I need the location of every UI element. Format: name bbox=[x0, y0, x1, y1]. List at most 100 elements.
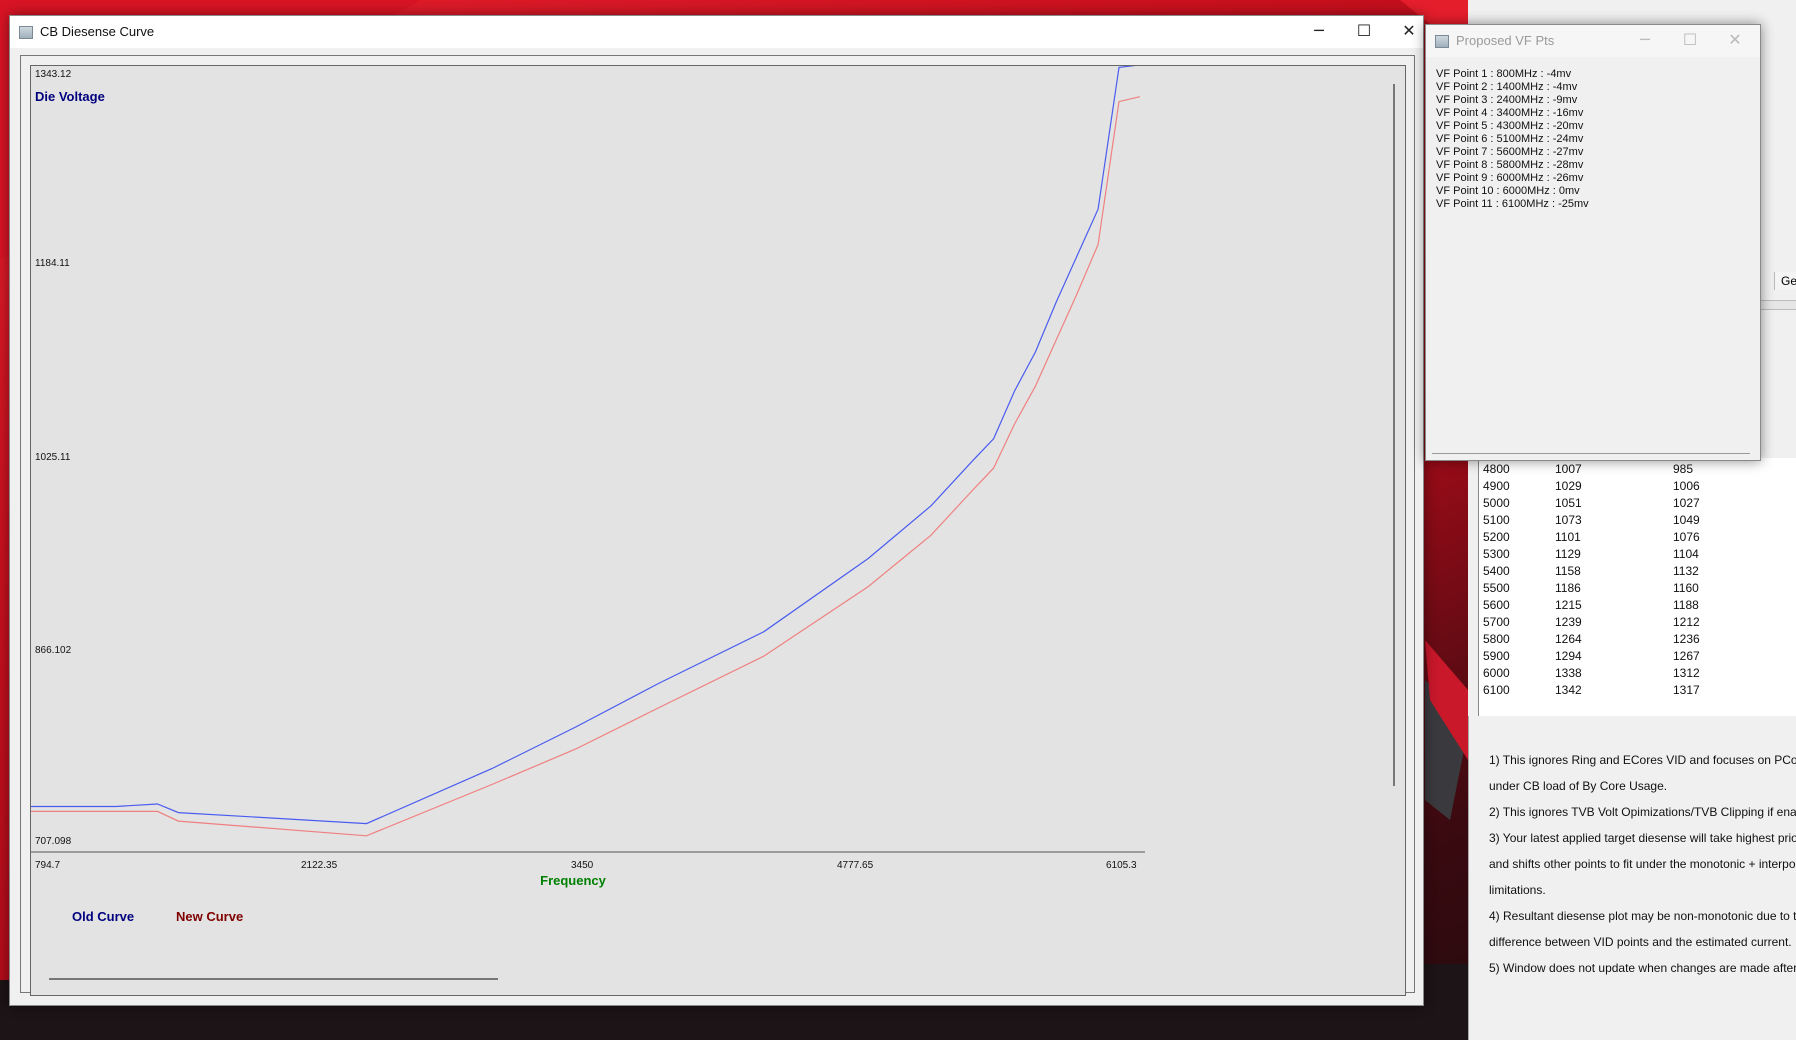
voltage-table: 4800 1007 985 4900 1029 1006 5000 1051 1027 5100 1… bbox=[1478, 458, 1796, 717]
table-cell: 5700 bbox=[1483, 615, 1510, 629]
vf-close-button[interactable]: ✕ bbox=[1713, 25, 1757, 57]
legend-new-curve: New Curve bbox=[176, 909, 243, 924]
table-cell: 1073 bbox=[1555, 513, 1582, 527]
table-row: 5700 1239 1212 bbox=[1479, 615, 1796, 632]
plot-area: 1343.12 1184.11 1025.11 866.102 707.098 794.… bbox=[30, 64, 1406, 996]
table-cell: 1049 bbox=[1673, 513, 1700, 527]
table-cell: 5300 bbox=[1483, 547, 1510, 561]
table-row: 4900 1029 1006 bbox=[1479, 479, 1796, 496]
table-row: 5400 1158 1132 bbox=[1479, 564, 1796, 581]
table-cell: 1158 bbox=[1555, 564, 1581, 578]
vf-point-line: VF Point 5 : 4300MHz : -20mv bbox=[1436, 120, 1584, 132]
table-row: 4800 1007 985 bbox=[1479, 462, 1796, 479]
x-tick-label: 794.7 bbox=[35, 860, 60, 871]
vf-window-title: Proposed VF Pts bbox=[1456, 33, 1555, 48]
table-cell: 1317 bbox=[1673, 683, 1700, 697]
note-line: 3) Your latest applied target diesense w… bbox=[1489, 831, 1796, 845]
table-row: 5200 1101 1076 bbox=[1479, 530, 1796, 547]
table-cell: 1342 bbox=[1555, 683, 1582, 697]
vf-point-line: VF Point 10 : 6000MHz : 0mv bbox=[1436, 185, 1580, 197]
table-cell: 5000 bbox=[1483, 496, 1510, 510]
table-cell: 1188 bbox=[1673, 598, 1699, 612]
table-cell: 1160 bbox=[1673, 581, 1699, 595]
y-tick-label: 1184.11 bbox=[35, 258, 70, 269]
table-cell: 1294 bbox=[1555, 649, 1582, 663]
table-cell: 985 bbox=[1673, 462, 1694, 476]
table-cell: 4800 bbox=[1483, 462, 1510, 476]
y-axis-label: Die Voltage bbox=[35, 89, 105, 104]
vf-separator bbox=[1432, 453, 1750, 454]
x-tick-label: 4777.65 bbox=[837, 860, 874, 871]
table-row: 5900 1294 1267 bbox=[1479, 649, 1796, 666]
table-cell: 5800 bbox=[1483, 632, 1510, 646]
x-tick-label: 6105.3 bbox=[1106, 860, 1137, 871]
vf-points-list: VF Point 1 : 800MHz : -4mv VF Point 2 : 1… bbox=[1426, 57, 1760, 460]
table-cell: 1101 bbox=[1555, 530, 1581, 544]
note-line: limitations. bbox=[1489, 883, 1546, 897]
table-cell: 1236 bbox=[1673, 632, 1700, 646]
table-cell: 1129 bbox=[1555, 547, 1581, 561]
new-curve-line bbox=[31, 96, 1141, 837]
proposed-vf-window: Proposed VF Pts ─ ☐ ✕ VF Point 1 : 800MH… bbox=[1425, 24, 1761, 461]
table-row: 6100 1342 1317 bbox=[1479, 683, 1796, 700]
table-cell: 5600 bbox=[1483, 598, 1510, 612]
table-cell: 1027 bbox=[1673, 496, 1700, 510]
y-tick-label: 707.098 bbox=[35, 836, 72, 847]
vf-point-line: VF Point 3 : 2400MHz : -9mv bbox=[1436, 94, 1578, 106]
app-icon bbox=[19, 26, 33, 39]
table-cell: 1215 bbox=[1555, 598, 1582, 612]
table-cell: 5100 bbox=[1483, 513, 1510, 527]
table-cell: 1312 bbox=[1673, 666, 1700, 680]
note-line: 2) This ignores TVB Volt Opimizations/TV… bbox=[1489, 805, 1796, 819]
vf-maximize-button[interactable]: ☐ bbox=[1668, 25, 1712, 57]
table-cell: 6100 bbox=[1483, 683, 1510, 697]
y-tick-label: 866.102 bbox=[35, 645, 72, 656]
table-cell: 1104 bbox=[1673, 547, 1699, 561]
title-bar[interactable]: CB Diesense Curve ─ ☐ ✕ bbox=[10, 16, 1423, 48]
vf-point-line: VF Point 4 : 3400MHz : -16mv bbox=[1436, 107, 1584, 119]
window-title: CB Diesense Curve bbox=[40, 24, 155, 39]
table-row: 5300 1129 1104 bbox=[1479, 547, 1796, 564]
table-row: 5800 1264 1236 bbox=[1479, 632, 1796, 649]
table-cell: 1212 bbox=[1673, 615, 1700, 629]
old-curve-line bbox=[31, 64, 1140, 825]
table-cell: 1264 bbox=[1555, 632, 1582, 646]
vf-app-icon bbox=[1435, 35, 1449, 48]
table-cell: 5200 bbox=[1483, 530, 1510, 544]
table-cell: 1239 bbox=[1555, 615, 1582, 629]
maximize-button[interactable]: ☐ bbox=[1342, 16, 1386, 48]
minimize-button[interactable]: ─ bbox=[1297, 16, 1341, 48]
table-cell: 5900 bbox=[1483, 649, 1510, 663]
table-cell: 1029 bbox=[1555, 479, 1582, 493]
vf-point-line: VF Point 8 : 5800MHz : -28mv bbox=[1436, 159, 1584, 171]
vf-point-line: VF Point 7 : 5600MHz : -27mv bbox=[1436, 146, 1584, 158]
vf-minimize-button[interactable]: ─ bbox=[1623, 25, 1667, 57]
y-tick-label: 1025.11 bbox=[35, 452, 71, 463]
table-cell: 4900 bbox=[1483, 479, 1510, 493]
table-row: 5100 1073 1049 bbox=[1479, 513, 1796, 530]
table-row: 5500 1186 1160 bbox=[1479, 581, 1796, 598]
table-cell: 5500 bbox=[1483, 581, 1510, 595]
table-cell: 1186 bbox=[1555, 581, 1581, 595]
note-line: 5) Window does not update when changes a… bbox=[1489, 961, 1796, 975]
vf-point-line: VF Point 1 : 800MHz : -4mv bbox=[1436, 68, 1572, 80]
vf-point-line: VF Point 6 : 5100MHz : -24mv bbox=[1436, 133, 1584, 145]
vf-point-line: VF Point 11 : 6100MHz : -25mv bbox=[1436, 198, 1589, 210]
table-cell: 1132 bbox=[1673, 564, 1699, 578]
table-row: 5000 1051 1027 bbox=[1479, 496, 1796, 513]
x-axis-label: Frequency bbox=[540, 873, 607, 888]
x-tick-label: 2122.35 bbox=[301, 860, 338, 871]
table-cell: 5400 bbox=[1483, 564, 1510, 578]
table-cell: 1267 bbox=[1673, 649, 1700, 663]
vf-point-line: VF Point 2 : 1400MHz : -4mv bbox=[1436, 81, 1578, 93]
table-cell: 1007 bbox=[1555, 462, 1582, 476]
table-cell: 6000 bbox=[1483, 666, 1510, 680]
x-tick-label: 3450 bbox=[571, 860, 594, 871]
vf-title-bar[interactable]: Proposed VF Pts ─ ☐ ✕ bbox=[1426, 25, 1760, 57]
diesense-chart: 1343.12 1184.11 1025.11 866.102 707.098 794.… bbox=[31, 64, 1395, 980]
table-row: 5600 1215 1188 bbox=[1479, 598, 1796, 615]
table-cell: 1076 bbox=[1673, 530, 1700, 544]
note-line: difference between VID points and the es… bbox=[1489, 935, 1792, 949]
table-cell: 1338 bbox=[1555, 666, 1582, 680]
tab-general[interactable]: Gen bbox=[1774, 272, 1796, 290]
